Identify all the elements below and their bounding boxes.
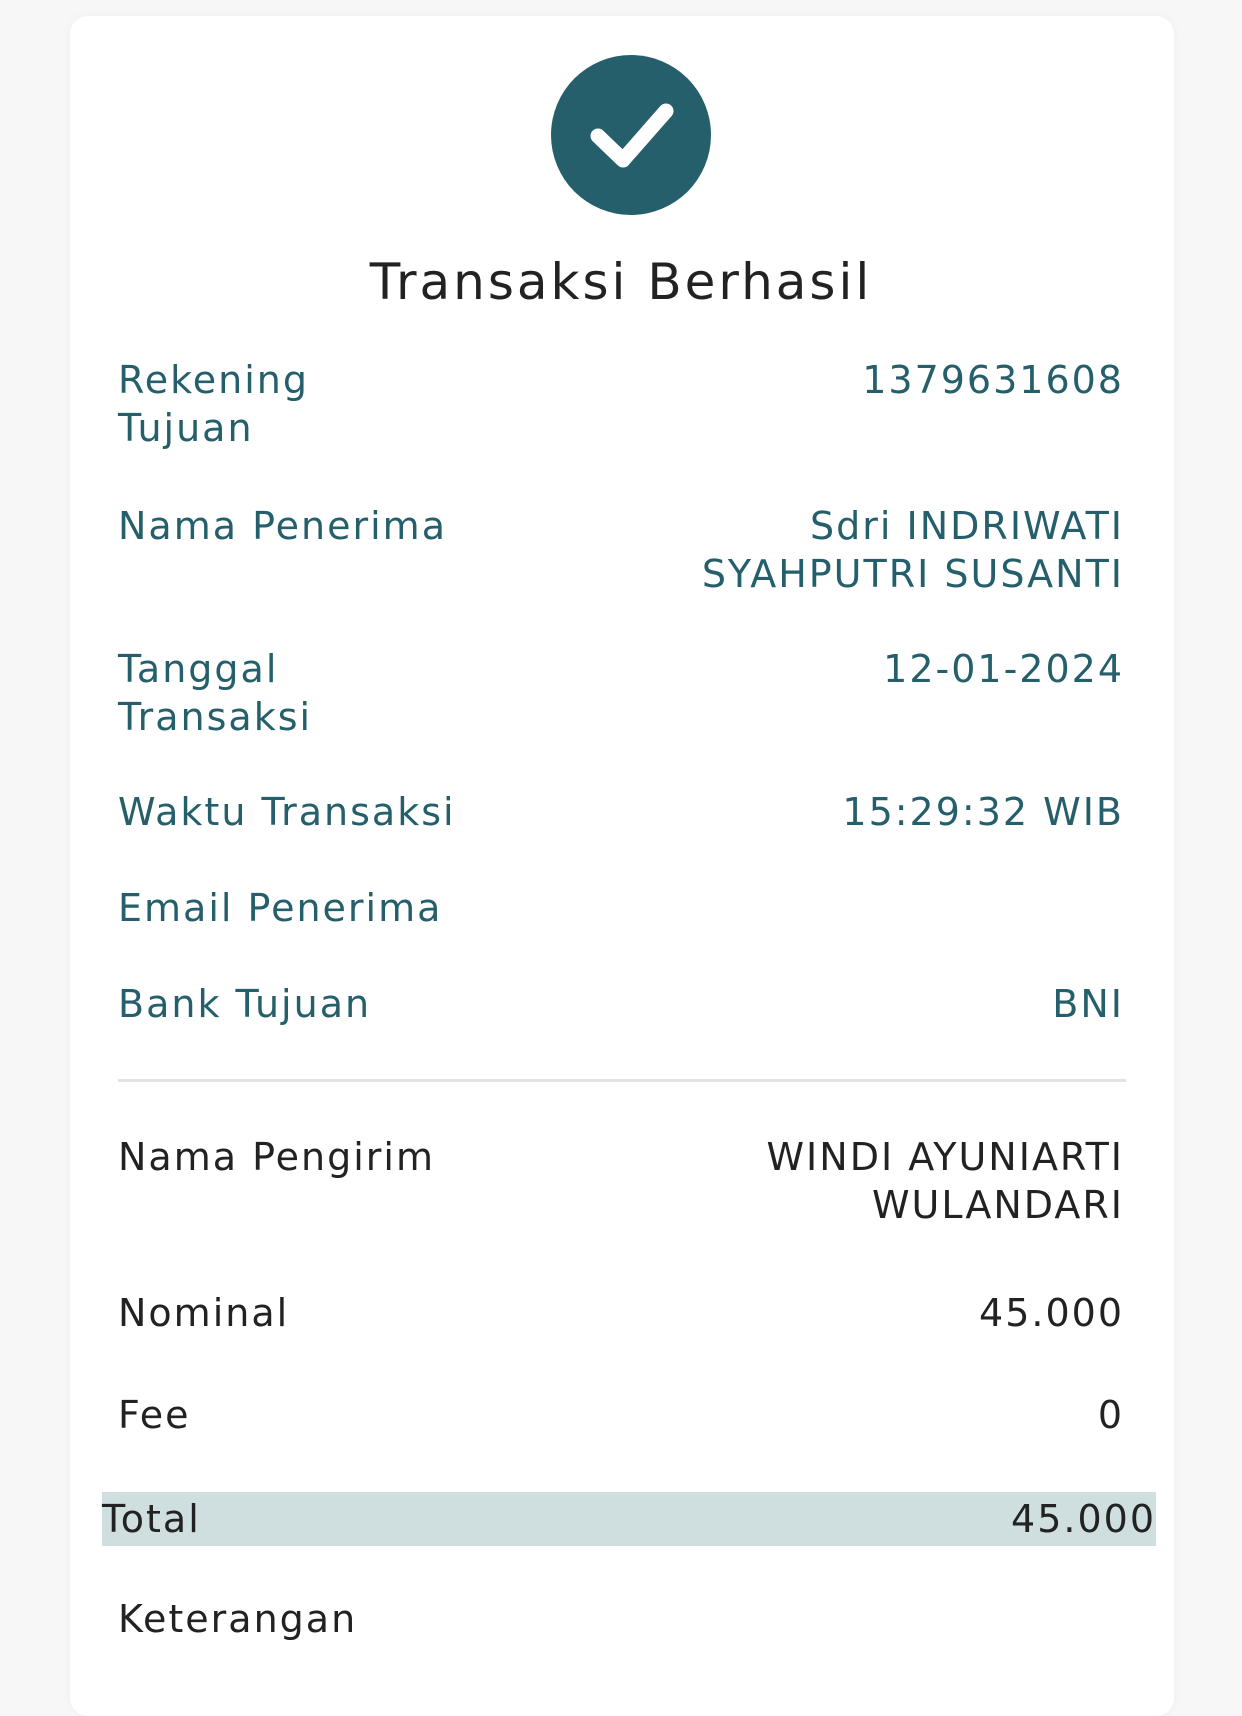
detail-value: 1379631608 xyxy=(862,358,1124,402)
detail-label: Bank Tujuan xyxy=(118,982,372,1026)
detail-label: Tanggal Transaksi xyxy=(118,647,313,739)
detail-value: 12-01-2024 xyxy=(883,647,1124,691)
total-label: Total xyxy=(102,1497,201,1541)
detail-value: 0 xyxy=(1097,1393,1124,1437)
detail-value: Sdri INDRIWATI SYAHPUTRI SUSANTI xyxy=(701,504,1124,596)
check-icon xyxy=(590,103,674,168)
detail-label: Nama Pengirim xyxy=(118,1135,435,1179)
detail-label: Nominal xyxy=(118,1291,290,1335)
detail-value: 15:29:32 WIB xyxy=(842,790,1124,834)
detail-label: Rekening Tujuan xyxy=(118,358,309,450)
detail-label: Waktu Transaksi xyxy=(118,790,456,834)
detail-value: 45.000 xyxy=(979,1291,1124,1335)
detail-value: BNI xyxy=(1052,982,1124,1026)
section-divider xyxy=(118,1079,1126,1082)
detail-label: Email Penerima xyxy=(118,886,443,930)
total-value: 45.000 xyxy=(1011,1497,1156,1541)
transaction-status-title: Transaksi Berhasil xyxy=(369,253,873,311)
detail-label: Nama Penerima xyxy=(118,504,447,548)
total-row: Total 45.000 xyxy=(102,1492,1156,1546)
detail-label: Fee xyxy=(118,1393,191,1437)
success-badge xyxy=(551,55,711,215)
detail-value: WINDI AYUNIARTI WULANDARI xyxy=(766,1135,1124,1227)
detail-label: Keterangan xyxy=(118,1597,358,1641)
